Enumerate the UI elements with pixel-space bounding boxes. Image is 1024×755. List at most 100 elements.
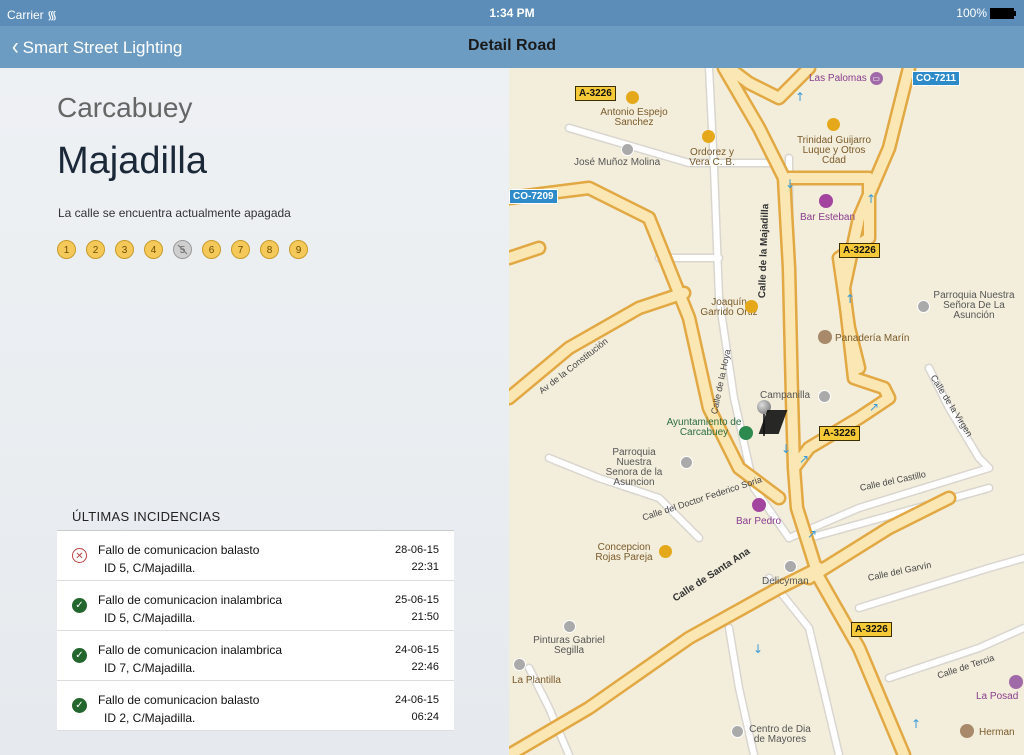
place-icon (818, 390, 831, 403)
direction-arrow: ↓ (781, 442, 791, 456)
incident-time: 22:46 (411, 661, 439, 673)
poi[interactable]: Parroquia Nuestra Señora De La Asunción (929, 291, 1019, 321)
incident-date: 24-06-15 (394, 644, 439, 656)
bakery-icon (818, 330, 832, 344)
status-bar: Carrier ᯾ 1:34 PM 100% (0, 0, 1024, 26)
shop-icon (626, 91, 639, 104)
place-icon (784, 560, 797, 573)
incident-subtitle: ID 7, C/Majadilla. (104, 661, 196, 675)
poi[interactable]: José Muñoz Molina (574, 157, 660, 168)
place-icon (621, 143, 634, 156)
road-shield-a3226: A-3226 (819, 423, 860, 441)
clock: 1:34 PM (489, 6, 535, 20)
road-shield-a3226: A-3226 (839, 240, 880, 258)
incident-subtitle: ID 2, C/Majadilla. (104, 711, 196, 725)
incident-date: 24-06-15 (394, 694, 439, 706)
poi[interactable]: Parroquia Nuestra Senora de la Asuncion (599, 448, 669, 488)
road-shield-co7209: CO-7209 (509, 186, 558, 204)
incidents-header: ÚLTIMAS INCIDENCIAS (72, 509, 221, 524)
incident-date: 28-06-15 (394, 544, 439, 556)
shop-icon (827, 118, 840, 131)
hotel-icon: ▭ (869, 72, 883, 85)
poi[interactable]: Pinturas Gabriel Segilla (529, 636, 609, 656)
incident-subtitle: ID 5, C/Majadilla. (104, 611, 196, 625)
shop-icon (659, 545, 672, 558)
direction-arrow: ↑ (866, 192, 876, 206)
incident-title: Fallo de comunicacion balasto (98, 543, 260, 557)
poi[interactable]: Centro de Dia de Mayores (745, 725, 815, 745)
error-icon: ✕ (72, 548, 87, 563)
place-icon (563, 620, 576, 633)
lamp-9[interactable]: 9 (289, 240, 308, 259)
direction-arrow: ↗ (807, 527, 817, 541)
direction-arrow: ↗ (799, 452, 809, 466)
direction-arrow: ↑ (795, 90, 805, 104)
poi[interactable]: Concepcion Rojas Pareja (594, 543, 654, 563)
street-map[interactable]: ↑ ↓ ↑ ↑ ↗ ↗ ↓ ↗ ↓ ↑ A-3226 A-3226 A-3226… (509, 68, 1024, 755)
place-icon (731, 725, 744, 738)
page-title: Detail Road (467, 37, 556, 54)
lamp-8[interactable]: 8 (260, 240, 279, 259)
incident-time: 06:24 (411, 711, 439, 723)
direction-arrow: ↑ (911, 717, 921, 731)
lamp-2[interactable]: 2 (86, 240, 105, 259)
shop-icon (702, 130, 715, 143)
road-shield-a3226: A-3226 (851, 619, 892, 637)
check-icon: ✓ (72, 598, 87, 613)
lamp-1[interactable]: 1 (57, 240, 76, 259)
street-status: La calle se encuentra actualmente apagad… (58, 206, 291, 220)
check-icon: ✓ (72, 648, 87, 663)
lamp-7[interactable]: 7 (231, 240, 250, 259)
detail-panel: Carcabuey Majadilla La calle se encuentr… (0, 68, 509, 755)
direction-arrow: ↗ (869, 400, 879, 414)
incident-title: Fallo de comunicacion inalambrica (98, 593, 283, 607)
battery-indicator: 100% (956, 6, 1016, 20)
direction-arrow: ↓ (753, 642, 763, 656)
incident-time: 21:50 (411, 611, 439, 623)
poi[interactable]: Herman (979, 727, 1015, 738)
road-shield-co7211: CO-7211 (912, 68, 961, 86)
place-icon (513, 658, 526, 671)
lamp-5[interactable]: 5 (173, 240, 192, 259)
poi[interactable]: Antonio Espejo Sanchez (594, 108, 674, 128)
map-pin[interactable] (757, 400, 788, 436)
lamp-4[interactable]: 4 (144, 240, 163, 259)
poi[interactable]: Bar Esteban (800, 212, 855, 223)
lamp-6[interactable]: 6 (202, 240, 221, 259)
city-name: Carcabuey (57, 92, 193, 123)
lamp-3[interactable]: 3 (115, 240, 134, 259)
navigation-bar: ‹ Smart Street Lighting Detail Road (0, 26, 1024, 69)
poi[interactable]: Las Palomas ▭ (809, 72, 883, 85)
poi[interactable]: La Posad (976, 691, 1018, 702)
direction-arrow: ↑ (845, 292, 855, 306)
government-icon (739, 426, 753, 440)
incident-subtitle: ID 5, C/Majadilla. (104, 561, 196, 575)
shop-icon (745, 300, 758, 313)
poi[interactable]: Ordorez y Vera C. B. (682, 148, 742, 168)
direction-arrow: ↓ (785, 177, 795, 191)
incident-row[interactable]: ✓ Fallo de comunicacion inalambrica ID 5… (57, 581, 454, 631)
poi[interactable]: Trinidad Guijarro Luque y Otros Cdad (794, 136, 874, 166)
street-name: Majadilla (57, 140, 207, 182)
incident-title: Fallo de comunicacion inalambrica (98, 643, 283, 657)
place-icon (917, 300, 930, 313)
hotel-icon (1009, 675, 1023, 689)
incident-row[interactable]: ✕ Fallo de comunicacion balasto ID 5, C/… (57, 531, 454, 581)
bar-icon (752, 498, 766, 512)
poi[interactable]: Panadería Marín (835, 333, 910, 344)
incident-date: 25-06-15 (394, 594, 439, 606)
road-shield-a3226: A-3226 (575, 83, 616, 101)
lamp-list: 123456789 (57, 240, 318, 259)
incident-title: Fallo de comunicacion balasto (98, 693, 260, 707)
battery-icon (990, 8, 1016, 20)
bar-icon (819, 194, 833, 208)
place-icon (680, 456, 693, 469)
poi[interactable]: Delicyman (762, 576, 809, 587)
incident-row[interactable]: ✓ Fallo de comunicacion inalambrica ID 7… (57, 631, 454, 681)
incident-time: 22:31 (411, 561, 439, 573)
incidents-list: ✕ Fallo de comunicacion balasto ID 5, C/… (57, 530, 454, 731)
poi[interactable]: La Plantilla (512, 675, 561, 686)
poi[interactable]: Bar Pedro (736, 516, 781, 527)
incident-row[interactable]: ✓ Fallo de comunicacion balasto ID 2, C/… (57, 681, 454, 731)
poi[interactable]: Ayuntamiento de Carcabuey (664, 418, 744, 438)
